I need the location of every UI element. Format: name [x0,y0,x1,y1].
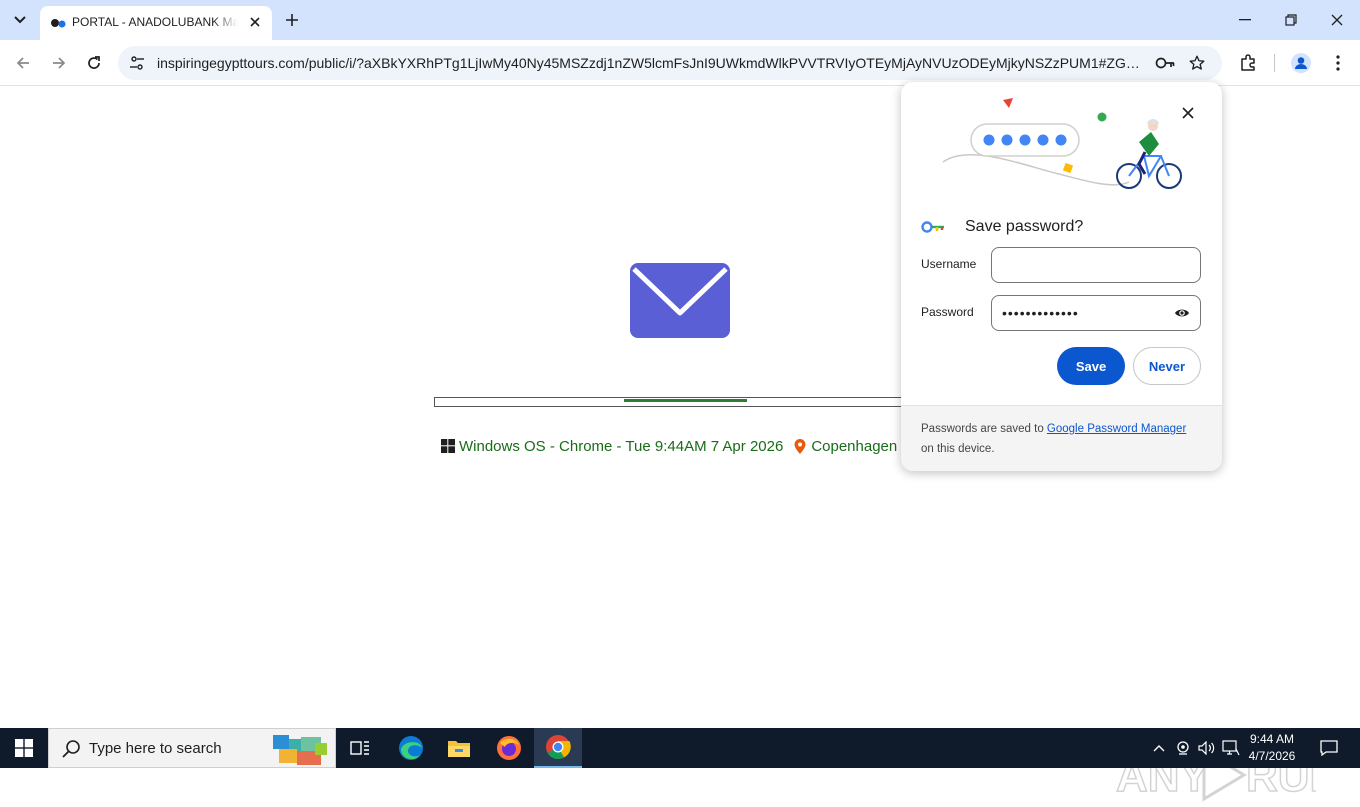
address-bar[interactable]: inspiringegypttours.com/public/i/?aXBkYX… [118,46,1222,80]
webcam-icon [1177,741,1189,755]
camera-tray-button[interactable] [1174,738,1192,758]
firefox-icon [497,736,521,760]
password-illustration [942,98,1182,189]
os-browser-time-text: Windows OS - Chrome - Tue 9:44AM 7 Apr 2… [459,437,784,455]
search-highlight-icon [273,735,327,765]
location-pin-icon [794,438,806,454]
star-icon [1189,55,1205,70]
more-vert-icon [1336,55,1340,71]
bookmark-star-button[interactable] [1186,53,1208,73]
task-view-icon [350,741,369,755]
minimize-icon [1239,19,1251,21]
extensions-button[interactable] [1233,48,1263,78]
show-password-button[interactable] [1172,304,1192,322]
close-icon [1331,14,1343,26]
volume-button[interactable] [1197,738,1217,758]
back-button[interactable] [8,48,38,78]
task-view-button[interactable] [336,728,384,768]
password-manager-button[interactable] [1154,53,1176,73]
close-icon [1182,107,1194,119]
edge-app[interactable] [387,728,435,768]
taskbar-clock[interactable]: 9:44 AM 4/7/2026 [1236,731,1308,765]
location-text: Copenhagen , [811,437,906,455]
site-info-button[interactable] [126,52,148,74]
browser-toolbar: inspiringegypttours.com/public/i/?aXBkYX… [0,40,1360,86]
tune-icon [130,56,144,70]
tab-title: PORTAL - ANADOLUBANK Mail [72,15,238,29]
clock-time: 9:44 AM [1249,732,1295,746]
clock-date: 4/7/2026 [1248,749,1296,763]
key-icon [1155,57,1175,69]
google-key-icon [921,221,944,233]
reload-button[interactable] [79,48,109,78]
footer-prefix: Passwords are saved to [921,423,1047,435]
visitor-info-line: Windows OS - Chrome - Tue 9:44AM 7 Apr 2… [441,436,906,456]
progress-fill [624,399,747,402]
windows-start-icon [15,739,33,757]
menu-button[interactable] [1323,48,1353,78]
never-button[interactable]: Never [1133,347,1201,385]
search-icon [62,740,80,758]
url-text[interactable]: inspiringegypttours.com/public/i/?aXBkYX… [157,55,1147,71]
restore-icon [1285,14,1297,26]
windows-logo-icon [441,439,455,453]
edge-icon [399,736,423,760]
dialog-close-button[interactable] [1177,102,1199,124]
plus-icon [286,14,298,26]
tab-favicon-icon [51,19,66,28]
dialog-title: Save password? [965,218,1084,235]
notification-center-button[interactable] [1312,728,1346,768]
new-tab-button[interactable] [280,8,304,32]
chrome-icon [546,735,571,760]
start-button[interactable] [0,728,48,768]
toolbar-divider [1274,54,1275,72]
password-manager-link[interactable]: Google Password Manager [1047,423,1186,435]
firefox-app[interactable] [485,728,533,768]
puzzle-icon [1241,54,1255,71]
chevron-up-icon [1153,745,1165,752]
chevron-down-icon [14,16,26,24]
footer-text: Passwords are saved to Google Password M… [921,419,1206,459]
dialog-footer: Passwords are saved to Google Password M… [901,405,1222,471]
close-window-button[interactable] [1314,4,1360,36]
save-password-dialog: Save password? Username Password •••••••… [901,82,1222,471]
file-explorer-icon [448,741,470,757]
search-placeholder: Type here to search [89,740,222,757]
tab-search-button[interactable] [8,8,32,32]
eye-icon [1175,309,1189,317]
speaker-icon [1198,741,1215,755]
show-hidden-icons-button[interactable] [1150,738,1168,758]
username-label: Username [921,257,977,271]
password-value: ••••••••••••• [1002,305,1079,321]
taskbar: Type here to search 9:44 AM 4/7/2026 [0,728,1360,768]
tab-strip: PORTAL - ANADOLUBANK Mail [0,0,1360,40]
save-button[interactable]: Save [1057,347,1125,385]
tab-close-button[interactable] [246,13,264,31]
file-explorer-app[interactable] [435,728,483,768]
restore-button[interactable] [1268,4,1314,36]
avatar-icon [1291,53,1311,73]
password-field[interactable]: ••••••••••••• [991,295,1201,331]
username-field[interactable] [991,247,1201,283]
forward-button[interactable] [44,48,74,78]
chrome-app[interactable] [534,728,582,768]
active-tab[interactable]: PORTAL - ANADOLUBANK Mail [40,6,272,40]
arrow-right-icon [53,57,66,69]
close-icon [250,17,260,27]
profile-button[interactable] [1286,48,1316,78]
password-label: Password [921,305,974,319]
notification-icon [1320,740,1338,756]
minimize-button[interactable] [1222,4,1268,36]
reload-icon [88,56,100,69]
arrow-left-icon [16,57,29,69]
taskbar-search-box[interactable]: Type here to search [48,728,336,768]
footer-suffix: on this device. [921,443,995,455]
envelope-icon [630,263,730,338]
